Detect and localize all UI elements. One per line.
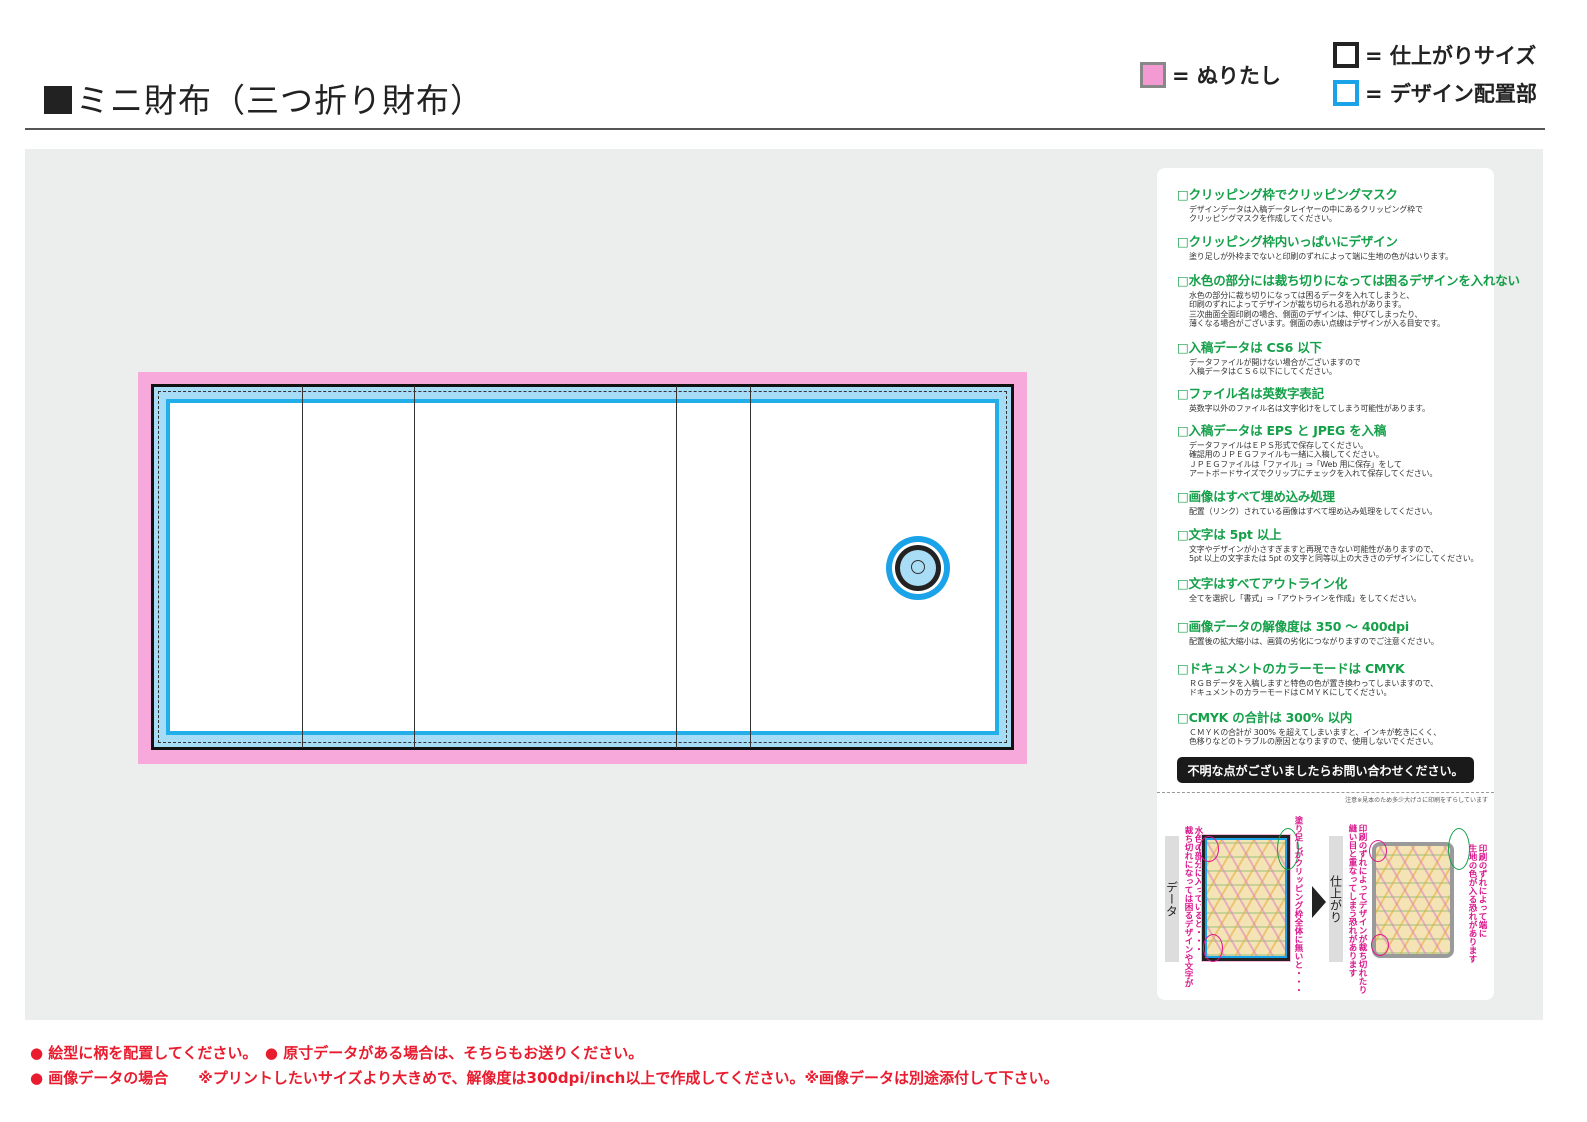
checklist-desc: 文字やデザインが小さすぎますと再現できない可能性がありますので、 5pt 以上の… (1189, 545, 1479, 564)
checklist-title: □入稿データは EPS と JPEG を入稿 (1177, 423, 1387, 438)
checklist-desc: 全てを選択し「書式」⇒「アウトラインを作成」をしてください。 (1189, 594, 1422, 603)
highlight-circle (1371, 934, 1389, 956)
warning-cut-result-text: 印刷のずれによってデザインが裁ち切れたり 縫い目と重なってしまう恐れがあります (1347, 824, 1367, 994)
checklist-item: □画像データの解像度は 350 〜 400dpi 配置後の拡大縮小は、画質の劣化… (1177, 616, 1492, 646)
page-title: ミニ財布（三つ折り財布） (44, 74, 484, 122)
checklist-title: □水色の部分には裁ち切りになっては困るデザインを入れない (1177, 273, 1520, 288)
fold-line (676, 386, 677, 748)
fold-line (414, 386, 415, 748)
checklist-desc: デザインデータは入稿データレイヤーの中にあるクリッピング枠で クリッピングマスク… (1189, 205, 1423, 224)
fold-line (750, 386, 751, 748)
highlight-circle (1203, 934, 1223, 962)
checklist-title: □文字は 5pt 以上 (1177, 527, 1282, 542)
header-divider (25, 128, 1545, 130)
checklist-item: □クリッピング枠でクリッピングマスク デザインデータは入稿データレイヤーの中にあ… (1177, 184, 1492, 224)
black-square-icon (44, 86, 72, 114)
legend-design: = デザイン配置部 (1333, 78, 1537, 108)
checklist-item: □文字は 5pt 以上 文字やデザインが小さすぎますと再現できない可能性がありま… (1177, 524, 1492, 564)
legend-bleed-label: = ぬりたし (1172, 64, 1281, 88)
legend-bleed: = ぬりたし (1140, 60, 1281, 90)
data-tab: データ (1165, 836, 1179, 962)
checklist-title: □画像はすべて埋め込み処理 (1177, 489, 1335, 504)
checklist-desc: データファイルはＥＰＳ形式で保存してください。 確認用のＪＰＥＧファイルも一緒に… (1189, 441, 1438, 479)
checklist-desc: データファイルが開けない場合がございますので 入稿データはＣＳ６以下にしてくださ… (1189, 358, 1361, 377)
checklist-desc: ＲＧＢデータを入稿しますと特色の色が置き換わってしまいますので、 ドキュメントの… (1189, 679, 1438, 698)
checklist-desc: 水色の部分に裁ち切りになっては困るデータを入れてしまうと、 印刷のずれによってデ… (1189, 291, 1445, 329)
checklist-item: □入稿データは CS6 以下 データファイルが開けない場合がございますので 入稿… (1177, 337, 1492, 377)
checklist-item: □入稿データは EPS と JPEG を入稿 データファイルはＥＰＳ形式で保存し… (1177, 420, 1492, 479)
warning-bleed-result-text: 印刷のずれによって端に 生地の色が入る恐れがあります (1467, 844, 1487, 963)
checklist-title: □クリッピング枠でクリッピングマスク (1177, 187, 1398, 202)
legend-design-label: = デザイン配置部 (1365, 82, 1537, 106)
fold-line (302, 386, 303, 748)
warning-bleed-text: 塗り足しがクリッピング枠全体に無いと・・・ (1293, 816, 1303, 995)
page-title-text: ミニ財布（三つ折り財布） (76, 81, 484, 120)
checklist-item: □CMYK の合計は 300% 以内 ＣＭＹＫの合計が 300% を超えてしまい… (1177, 707, 1492, 747)
checklist-title: □画像データの解像度は 350 〜 400dpi (1177, 619, 1409, 634)
checklist-desc: 塗り足しが外枠までないと印刷のずれによって端に生地の色がはいります。 (1189, 252, 1453, 261)
panel-divider (1157, 792, 1494, 793)
checklist-item: □画像はすべて埋め込み処理 配置（リンク）されている画像はすべて埋め込み処理をし… (1177, 486, 1492, 516)
checklist-desc: ＣＭＹＫの合計が 300% を超えてしまいますと、インキが乾きにくく、 色移りな… (1189, 728, 1442, 747)
legend-finish-label: = 仕上がりサイズ (1365, 44, 1537, 68)
checklist-title: □ドキュメントのカラーモードは CMYK (1177, 661, 1405, 676)
design-area (166, 399, 999, 735)
legend-finish: = 仕上がりサイズ (1333, 40, 1536, 70)
snap-center (911, 560, 925, 574)
black-frame-icon (1333, 42, 1359, 68)
pink-swatch-icon (1140, 62, 1166, 88)
checklist-item: □水色の部分には裁ち切りになっては困るデザインを入れない 水色の部分に裁ち切りに… (1177, 270, 1520, 329)
checklist-item: □ファイル名は英数字表記 英数字以外のファイル名は文字化けをしてしまう可能性があ… (1177, 383, 1492, 413)
checklist-panel: □クリッピング枠でクリッピングマスク デザインデータは入稿データレイヤーの中にあ… (1157, 168, 1520, 1000)
checklist-item: □ドキュメントのカラーモードは CMYK ＲＧＢデータを入稿しますと特色の色が置… (1177, 658, 1492, 698)
checklist-desc: 配置後の拡大縮小は、画質の劣化につながりますのでご注意ください。 (1189, 637, 1439, 646)
checklist-title: □文字はすべてアウトライン化 (1177, 576, 1348, 591)
checklist-title: □クリッピング枠内いっぱいにデザイン (1177, 234, 1398, 249)
checklist-title: □入稿データは CS6 以下 (1177, 340, 1322, 355)
finish-tab: 仕上がり (1329, 836, 1343, 962)
checklist-desc: 配置（リンク）されている画像はすべて埋め込み処理をしてください。 (1189, 507, 1437, 516)
checklist-item: □クリッピング枠内いっぱいにデザイン 塗り足しが外枠までないと印刷のずれによって… (1177, 231, 1492, 261)
checklist-title: □CMYK の合計は 300% 以内 (1177, 710, 1353, 725)
blue-frame-icon (1333, 80, 1359, 106)
contact-banner: 不明な点がございましたらお問い合わせください。 (1177, 757, 1474, 783)
footer-note: ● 画像データの場合 ※プリントしたいサイズより大きめで、解像度は300dpi/… (30, 1069, 1059, 1087)
highlight-circle (1199, 836, 1219, 862)
checklist-title: □ファイル名は英数字表記 (1177, 386, 1324, 401)
checklist-desc: 英数字以外のファイル名は文字化けをしてしまう可能性があります。 (1189, 404, 1430, 413)
sample-note: 注意※見本のため多少大げさに印刷をずらしています (1345, 797, 1488, 804)
highlight-circle (1369, 840, 1387, 862)
footer-note: ● 絵型に柄を配置してください。 ● 原寸データがある場合は、そちらもお送りくだ… (30, 1044, 644, 1062)
arrow-right-icon (1312, 886, 1326, 918)
checklist-item: □文字はすべてアウトライン化 全てを選択し「書式」⇒「アウトラインを作成」をして… (1177, 573, 1492, 603)
